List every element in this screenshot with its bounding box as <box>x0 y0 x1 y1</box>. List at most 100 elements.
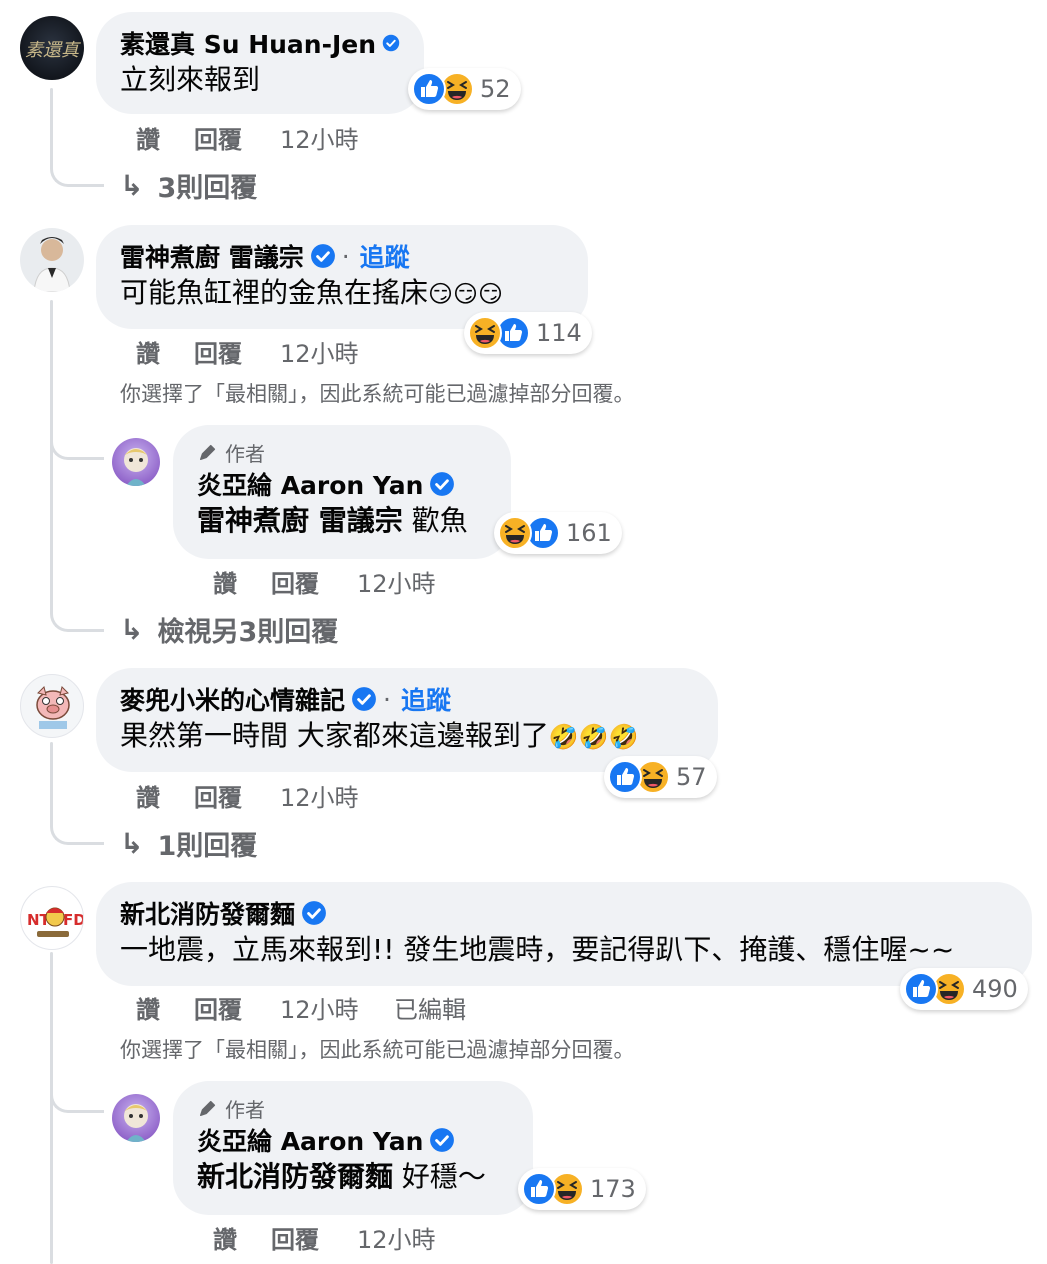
replies-label: 檢視另3則回覆 <box>157 617 339 648</box>
verified-icon <box>429 1127 455 1153</box>
follow-button[interactable]: 追蹤 <box>401 681 451 717</box>
replies-label: 1則回覆 <box>157 831 258 862</box>
haha-icon <box>468 316 502 350</box>
author-label: 作者 <box>225 1097 265 1122</box>
calligraphy-logo-icon: 素還真 <box>25 40 81 61</box>
thread-connector <box>50 590 104 632</box>
reply-button[interactable]: 回覆 <box>194 778 280 813</box>
like-button[interactable]: 讚 <box>136 990 194 1025</box>
thread-connector <box>50 1075 104 1113</box>
reply-bubble: 作者 炎亞綸 Aaron Yan 雷神煮廚 雷議宗 歡魚 <box>173 425 511 559</box>
pig-cartoon-icon <box>36 686 70 729</box>
author-name[interactable]: 炎亞綸 Aaron Yan <box>197 1122 423 1158</box>
separator-dot: · <box>383 684 391 714</box>
edited-label[interactable]: 已編輯 <box>394 990 466 1025</box>
reaction-count: 57 <box>676 763 707 791</box>
cartoon-avatar-icon <box>124 1104 148 1142</box>
view-replies-link[interactable]: ↳ 3則回覆 <box>120 166 257 205</box>
haha-icon <box>498 516 532 550</box>
reaction-count: 52 <box>480 75 511 103</box>
like-button[interactable]: 讚 <box>136 334 194 369</box>
reply-bubble: 作者 炎亞綸 Aaron Yan 新北消防發爾麵 好穩～ <box>173 1081 533 1215</box>
timestamp[interactable]: 12小時 <box>280 120 359 155</box>
comment-author: 新北消防發爾麵 <box>120 896 1008 930</box>
author-name[interactable]: 炎亞綸 Aaron Yan <box>197 466 423 502</box>
reply-button[interactable]: 回覆 <box>194 120 280 155</box>
mention-link[interactable]: 新北消防發爾麵 <box>197 1160 393 1193</box>
author-name[interactable]: 素還真 Su Huan-Jen <box>120 25 376 61</box>
timestamp[interactable]: 12小時 <box>280 778 359 813</box>
reaction-count: 114 <box>536 319 582 347</box>
follow-button[interactable]: 追蹤 <box>360 238 410 274</box>
separator-dot: · <box>341 241 350 271</box>
comment-author: 麥兜小米的心情雜記 · 追蹤 <box>120 682 694 716</box>
thread-connector <box>50 150 104 187</box>
comment-author[interactable]: 素還真 Su Huan-Jen <box>120 26 400 60</box>
thread-connector <box>50 805 104 845</box>
author-label: 作者 <box>225 441 265 466</box>
reaction-summary[interactable]: 173 <box>518 1168 646 1210</box>
author-tag: 作者 <box>197 437 487 467</box>
avatar[interactable]: 素還真 <box>20 16 84 80</box>
reply-button[interactable]: 回覆 <box>271 1220 357 1255</box>
comment-bubble: 新北消防發爾麵 一地震，立馬來報到!! 發生地震時，要記得趴下、掩護、穩住喔~~ <box>96 882 1032 986</box>
reply-arrow-icon: ↳ <box>120 613 144 646</box>
author-name[interactable]: 新北消防發爾麵 <box>120 895 295 931</box>
like-button[interactable]: 讚 <box>213 1220 271 1255</box>
view-replies-link[interactable]: ↳ 檢視另3則回覆 <box>120 610 338 649</box>
reaction-summary[interactable]: 490 <box>900 968 1028 1010</box>
reply-button[interactable]: 回覆 <box>194 990 280 1025</box>
timestamp[interactable]: 12小時 <box>280 990 394 1025</box>
author-tag: 作者 <box>197 1093 509 1123</box>
comment-author: 雷神煮廚 雷議宗 · 追蹤 <box>120 239 564 273</box>
pen-author-icon <box>197 441 219 463</box>
reaction-count: 173 <box>590 1175 636 1203</box>
author-name[interactable]: 雷神煮廚 雷議宗 <box>120 238 304 274</box>
like-button[interactable]: 讚 <box>136 778 194 813</box>
like-icon <box>412 72 446 106</box>
avatar[interactable] <box>20 674 84 738</box>
comment-text: 果然第一時間 大家都來這邊報到了🤣🤣🤣 <box>120 719 639 752</box>
comment-text: 新北消防發爾麵 好穩～ <box>197 1160 486 1193</box>
comment-text: 雷神煮廚 雷議宗 歡魚 <box>197 504 468 537</box>
reaction-summary[interactable]: 57 <box>604 756 717 798</box>
reaction-summary[interactable]: 161 <box>494 512 622 554</box>
verified-icon <box>301 900 327 926</box>
comment-author: 炎亞綸 Aaron Yan <box>197 1123 509 1157</box>
comment-actions: 讚 回覆 12小時 <box>136 120 359 155</box>
rofl-emoji-icon: 🤣🤣🤣 <box>548 723 639 751</box>
comment-text: 可能魚缸裡的金魚在搖床😏😏😏 <box>120 276 504 309</box>
comment-actions: 讚 回覆 12小時 <box>136 778 359 813</box>
svg-text:素還真: 素還真 <box>25 40 81 61</box>
thread-connector <box>50 420 104 460</box>
chef-photo-icon <box>33 237 71 292</box>
reply-button[interactable]: 回覆 <box>194 334 280 369</box>
comment-text: 一地震，立馬來報到!! 發生地震時，要記得趴下、掩護、穩住喔~~ <box>120 933 955 966</box>
pen-author-icon <box>197 1097 219 1119</box>
smirk-emoji-icon: 😏😏😏 <box>428 280 504 308</box>
author-name[interactable]: 麥兜小米的心情雜記 <box>120 681 345 717</box>
reply-arrow-icon: ↳ <box>120 169 144 202</box>
avatar[interactable] <box>20 228 84 292</box>
comment-actions: 讚 回覆 12小時 <box>213 564 436 599</box>
view-replies-link[interactable]: ↳ 1則回覆 <box>120 824 257 863</box>
comment-author: 炎亞綸 Aaron Yan <box>197 467 487 501</box>
replies-label: 3則回覆 <box>157 173 258 204</box>
fire-department-logo-icon: NT FD <box>27 907 83 937</box>
avatar[interactable]: NT FD <box>20 886 84 950</box>
timestamp[interactable]: 12小時 <box>280 334 359 369</box>
reaction-summary[interactable]: 114 <box>464 312 592 354</box>
verified-icon <box>429 471 455 497</box>
avatar[interactable] <box>112 438 160 486</box>
like-button[interactable]: 讚 <box>213 564 271 599</box>
reply-arrow-icon: ↳ <box>120 827 144 860</box>
mention-link[interactable]: 雷神煮廚 雷議宗 <box>197 504 403 537</box>
reply-button[interactable]: 回覆 <box>271 564 357 599</box>
comment-actions: 讚 回覆 12小時 <box>213 1220 436 1255</box>
avatar[interactable] <box>112 1094 160 1142</box>
like-button[interactable]: 讚 <box>136 120 194 155</box>
comment-text: 立刻來報到 <box>120 63 261 96</box>
timestamp[interactable]: 12小時 <box>357 564 436 599</box>
timestamp[interactable]: 12小時 <box>357 1220 436 1255</box>
reaction-summary[interactable]: 52 <box>408 68 521 110</box>
